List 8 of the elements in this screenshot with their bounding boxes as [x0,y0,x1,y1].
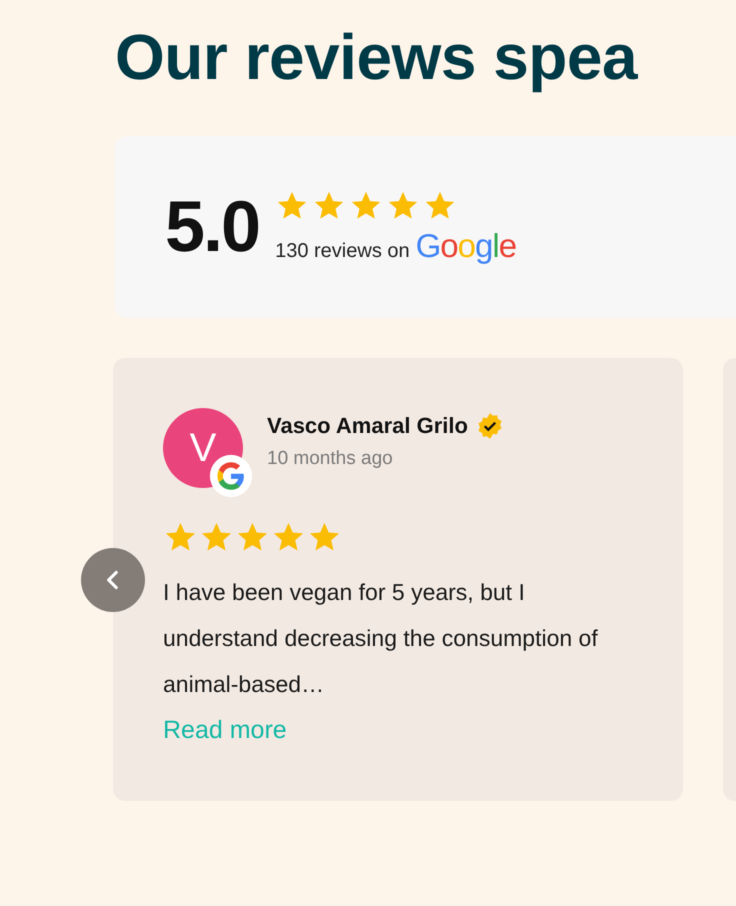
review-count: 130 reviews on [275,240,410,264]
google-logo: Google [416,227,516,266]
rating-score: 5.0 [165,186,260,268]
section-heading: Our reviews spea [115,20,638,95]
read-more-link[interactable]: Read more [163,716,287,744]
review-date: 10 months ago [267,448,394,470]
reviewer-name: Vasco Amaral Grilo [267,413,468,440]
review-text: I have been vegan for 5 years, but I understand decreasing the consumption of animal-based… [163,578,599,700]
